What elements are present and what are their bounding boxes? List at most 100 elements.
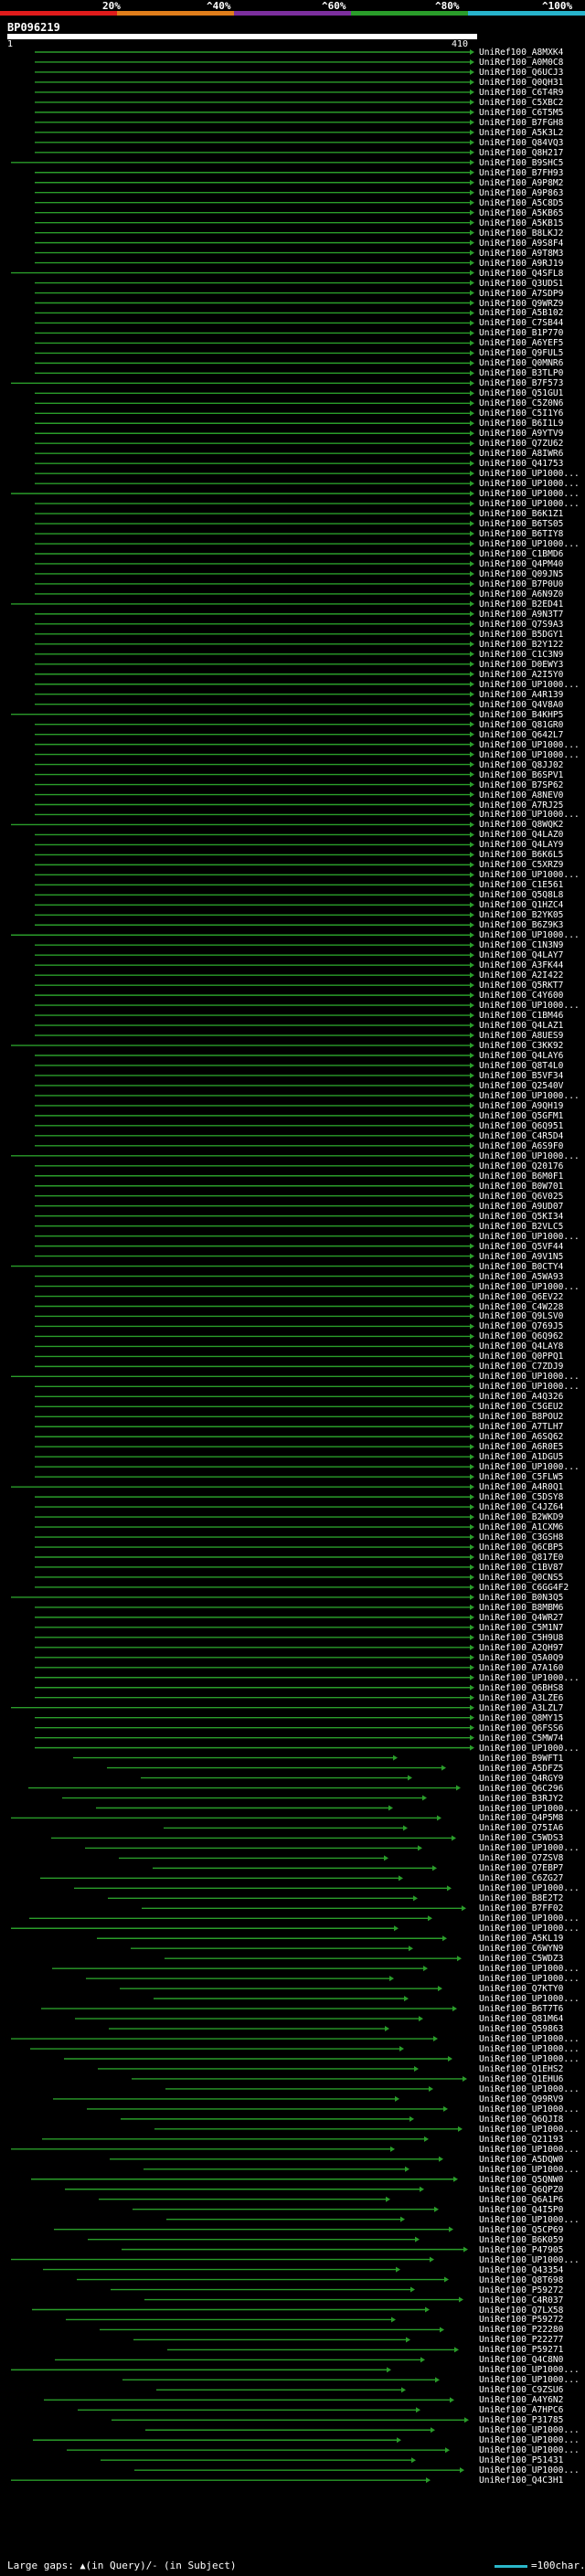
hit-label[interactable]: UniRef100_A5KL19 <box>479 1934 563 1944</box>
hit-label[interactable]: UniRef100_C1C3N9 <box>479 650 563 660</box>
hit-label[interactable]: UniRef100_Q09JN5 <box>479 569 563 579</box>
hit-label[interactable]: UniRef100_B6SPV1 <box>479 770 563 780</box>
hit-label[interactable]: UniRef100_UP1000... <box>479 2375 580 2385</box>
hit-label[interactable]: UniRef100_A8IWR6 <box>479 449 563 459</box>
hit-label[interactable]: UniRef100_P59271 <box>479 2345 563 2355</box>
hit-label[interactable]: UniRef100_UP1000... <box>479 1091 580 1101</box>
hit-label[interactable]: UniRef100_UP1000... <box>479 2044 580 2054</box>
hit-label[interactable]: UniRef100_UP1000... <box>479 1001 580 1011</box>
hit-label[interactable]: UniRef100_B6M0F1 <box>479 1171 563 1182</box>
hit-label[interactable]: UniRef100_Q1EHU6 <box>479 2074 563 2084</box>
hit-label[interactable]: UniRef100_UP1000... <box>479 1282 580 1292</box>
hit-label[interactable]: UniRef100_UP1000... <box>479 1843 580 1853</box>
hit-label[interactable]: UniRef100_Q3UDS1 <box>479 279 563 289</box>
hit-label[interactable]: UniRef100_A3LZE6 <box>479 1693 563 1703</box>
hit-label[interactable]: UniRef100_C1BMD6 <box>479 549 563 559</box>
hit-label[interactable]: UniRef100_B7F573 <box>479 378 563 388</box>
hit-label[interactable]: UniRef100_Q20176 <box>479 1161 563 1171</box>
hit-label[interactable]: UniRef100_UP1000... <box>479 2125 580 2135</box>
hit-label[interactable]: UniRef100_Q4PM40 <box>479 559 563 569</box>
hit-label[interactable]: UniRef100_B2ED41 <box>479 599 563 610</box>
hit-label[interactable]: UniRef100_B2Y122 <box>479 640 563 650</box>
hit-label[interactable]: UniRef100_Q51GU1 <box>479 388 563 398</box>
hit-label[interactable]: UniRef100_Q0QH31 <box>479 78 563 88</box>
hit-label[interactable]: UniRef100_Q5A0Q9 <box>479 1653 563 1663</box>
hit-label[interactable]: UniRef100_B7FF02 <box>479 1903 563 1913</box>
hit-label[interactable]: UniRef100_UP1000... <box>479 479 580 489</box>
hit-label[interactable]: UniRef100_UP1000... <box>479 1673 580 1683</box>
hit-label[interactable]: UniRef100_UP1000... <box>479 930 580 940</box>
hit-label[interactable]: UniRef100_A5C8D5 <box>479 198 563 208</box>
hit-label[interactable]: UniRef100_A6YEF5 <box>479 338 563 348</box>
hit-label[interactable]: UniRef100_Q7LX58 <box>479 2306 563 2316</box>
hit-label[interactable]: UniRef100_Q2540V <box>479 1081 563 1091</box>
hit-label[interactable]: UniRef100_UP1000... <box>479 2034 580 2044</box>
hit-label[interactable]: UniRef100_Q5KI34 <box>479 1212 563 1222</box>
hit-label[interactable]: UniRef100_A8UES9 <box>479 1031 563 1041</box>
hit-label[interactable]: UniRef100_A6SQ62 <box>479 1432 563 1442</box>
hit-label[interactable]: UniRef100_Q4C8N0 <box>479 2355 563 2365</box>
hit-label[interactable]: UniRef100_Q1EHS2 <box>479 2064 563 2074</box>
hit-label[interactable]: UniRef100_B6TIY8 <box>479 529 563 539</box>
hit-label[interactable]: UniRef100_A0M0C8 <box>479 58 563 68</box>
hit-label[interactable]: UniRef100_C6WYN9 <box>479 1944 563 1954</box>
hit-label[interactable]: UniRef100_A9N3T7 <box>479 610 563 620</box>
hit-label[interactable]: UniRef100_A2QH97 <box>479 1643 563 1653</box>
hit-label[interactable]: UniRef100_Q4I5P0 <box>479 2205 563 2215</box>
hit-label[interactable]: UniRef100_B8POU2 <box>479 1412 563 1422</box>
hit-label[interactable]: UniRef100_UP1000... <box>479 469 580 479</box>
hit-label[interactable]: UniRef100_UP1000... <box>479 680 580 690</box>
hit-label[interactable]: UniRef100_B1P770 <box>479 328 563 338</box>
hit-label[interactable]: UniRef100_C6T4R9 <box>479 88 563 98</box>
hit-label[interactable]: UniRef100_Q9FUL5 <box>479 348 563 358</box>
hit-label[interactable]: UniRef100_UP1000... <box>479 2215 580 2225</box>
hit-label[interactable]: UniRef100_C3KK92 <box>479 1041 563 1051</box>
hit-label[interactable]: UniRef100_Q41753 <box>479 459 563 469</box>
hit-label[interactable]: UniRef100_A6N9Z0 <box>479 589 563 599</box>
hit-label[interactable]: UniRef100_P22280 <box>479 2325 563 2335</box>
hit-label[interactable]: UniRef100_P51431 <box>479 2455 563 2465</box>
hit-label[interactable]: UniRef100_UP1000... <box>479 1372 580 1382</box>
hit-label[interactable]: UniRef100_A7RJ25 <box>479 800 563 811</box>
hit-label[interactable]: UniRef100_B0CTY4 <box>479 1262 563 1272</box>
hit-label[interactable]: UniRef100_UP1000... <box>479 1382 580 1392</box>
hit-label[interactable]: UniRef100_Q4LAZ0 <box>479 830 563 840</box>
hit-label[interactable]: UniRef100_Q4LAY8 <box>479 1341 563 1352</box>
hit-label[interactable]: UniRef100_C5XBC2 <box>479 98 563 108</box>
hit-label[interactable]: UniRef100_B9WFT1 <box>479 1754 563 1764</box>
hit-label[interactable]: UniRef100_Q4LAY9 <box>479 840 563 850</box>
hit-label[interactable]: UniRef100_A2I422 <box>479 970 563 981</box>
hit-label[interactable]: UniRef100_B4KHP5 <box>479 710 563 720</box>
hit-label[interactable]: UniRef100_Q7ZU62 <box>479 439 563 449</box>
hit-label[interactable]: UniRef100_B2YK05 <box>479 910 563 920</box>
hit-label[interactable]: UniRef100_Q5CP69 <box>479 2225 563 2235</box>
hit-label[interactable]: UniRef100_B5VF34 <box>479 1071 563 1081</box>
hit-label[interactable]: UniRef100_A5DQW0 <box>479 2155 563 2165</box>
hit-label[interactable]: UniRef100_C5Z0N6 <box>479 398 563 408</box>
hit-label[interactable]: UniRef100_Q0CNS5 <box>479 1573 563 1583</box>
hit-label[interactable]: UniRef100_C4W228 <box>479 1302 563 1312</box>
hit-label[interactable]: UniRef100_B7FH93 <box>479 168 563 178</box>
hit-label[interactable]: UniRef100_Q4RGY9 <box>479 1774 563 1784</box>
hit-label[interactable]: UniRef100_A8MXK4 <box>479 48 563 58</box>
hit-label[interactable]: UniRef100_B2WKD9 <box>479 1512 563 1522</box>
hit-label[interactable]: UniRef100_A3FK44 <box>479 960 563 970</box>
hit-label[interactable]: UniRef100_C5XRZ9 <box>479 860 563 870</box>
hit-label[interactable]: UniRef100_Q4LAY7 <box>479 950 563 960</box>
hit-label[interactable]: UniRef100_A9S8F4 <box>479 239 563 249</box>
hit-label[interactable]: UniRef100_Q0MNR6 <box>479 358 563 368</box>
hit-label[interactable]: UniRef100_Q4V8A0 <box>479 700 563 710</box>
hit-label[interactable]: UniRef100_Q81M64 <box>479 2014 563 2024</box>
hit-label[interactable]: UniRef100_A3LZL7 <box>479 1703 563 1713</box>
hit-label[interactable]: UniRef100_UP1000... <box>479 870 580 880</box>
hit-label[interactable]: UniRef100_C5I1Y6 <box>479 408 563 419</box>
hit-label[interactable]: UniRef100_C5WDZ3 <box>479 1954 563 1964</box>
hit-label[interactable]: UniRef100_Q6EV22 <box>479 1292 563 1302</box>
hit-label[interactable]: UniRef100_UP1000... <box>479 489 580 499</box>
hit-label[interactable]: UniRef100_B3RJY2 <box>479 1794 563 1804</box>
hit-label[interactable]: UniRef100_A7A160 <box>479 1663 563 1673</box>
hit-label[interactable]: UniRef100_C3GSH8 <box>479 1532 563 1542</box>
hit-label[interactable]: UniRef100_UP1000... <box>479 2084 580 2094</box>
hit-label[interactable]: UniRef100_UP1000... <box>479 1964 580 1974</box>
hit-label[interactable]: UniRef100_B0W701 <box>479 1182 563 1192</box>
